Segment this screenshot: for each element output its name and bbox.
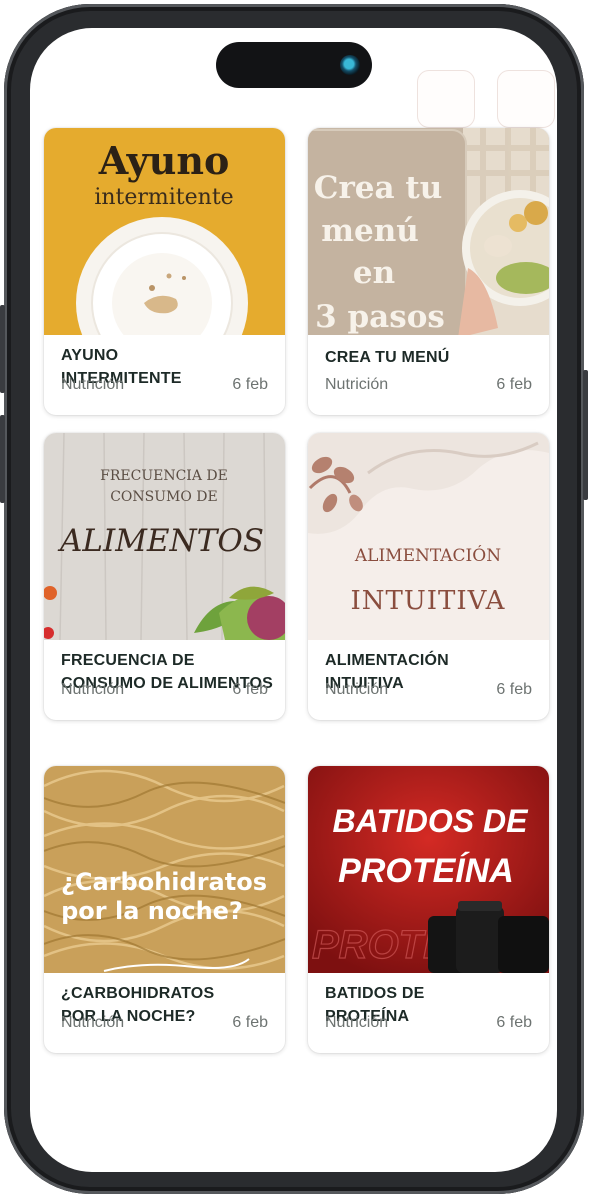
card-category: Nutrición (325, 1014, 389, 1031)
card-date: 6 feb (496, 1014, 532, 1031)
power-button (583, 370, 588, 500)
card-date: 6 feb (232, 681, 268, 698)
status-placeholder (417, 70, 475, 128)
article-thumbnail: Crea tu menú en 3 pasos (308, 128, 549, 335)
thumbnail-text: ALIMENTOS (57, 523, 264, 559)
side-button (0, 415, 5, 503)
dynamic-island (216, 42, 372, 88)
card-category: Nutrición (325, 681, 389, 698)
card-date: 6 feb (496, 681, 532, 698)
camera-icon (340, 55, 360, 75)
card-title: CREA TU MENÚ (325, 349, 450, 366)
article-card[interactable]: Ayuno intermitente AYUNO INTERMITENTE Nu… (44, 128, 285, 415)
article-thumbnail: FRECUENCIA DE CONSUMO DE ALIMENTOS (44, 433, 285, 640)
card-category: Nutrición (61, 681, 125, 698)
card-date: 6 feb (496, 376, 532, 393)
status-placeholder (497, 70, 555, 128)
article-thumbnail: PROTE BATIDOS DE PROTEÍNA (308, 766, 549, 973)
card-date: 6 feb (232, 376, 268, 393)
thumbnail-text: menú (321, 213, 419, 249)
thumbnail-text: Ayuno (98, 138, 230, 183)
article-thumbnail: ¿Carbohidratos por la noche? (44, 766, 285, 973)
thumbnail-text: ¿Carbohidratos (61, 868, 267, 896)
thumbnail-text: BATIDOS DE (333, 803, 530, 839)
thumbnail-text: por la noche? (61, 897, 243, 925)
thumbnail-text: ALIMENTACIÓN (354, 545, 501, 566)
thumbnail-text: PROTEÍNA (338, 852, 514, 890)
screen: Ayuno intermitente AYUNO INTERMITENTE Nu… (30, 28, 557, 1172)
thumbnail-text: en (353, 255, 395, 291)
card-date: 6 feb (232, 1014, 268, 1031)
thumbnail-text: intermitente (94, 185, 233, 210)
article-card[interactable]: ALIMENTACIÓN INTUITIVA ALIMENTACIÓN INTU… (308, 433, 549, 720)
card-category: Nutrición (61, 376, 125, 393)
thumbnail-text: Crea tu (314, 170, 442, 206)
article-thumbnail: Ayuno intermitente (44, 128, 285, 335)
card-category: Nutrición (61, 1014, 125, 1031)
article-card[interactable]: ¿Carbohidratos por la noche? ¿CARBOHIDRA… (44, 766, 285, 1053)
article-thumbnail: ALIMENTACIÓN INTUITIVA (308, 433, 549, 640)
thumbnail-text: CONSUMO DE (110, 489, 218, 505)
thumbnail-text: 3 pasos (315, 299, 445, 335)
card-category: Nutrición (325, 376, 389, 393)
side-button (0, 305, 5, 393)
thumbnail-text: INTUITIVA (351, 586, 506, 616)
article-card[interactable]: FRECUENCIA DE CONSUMO DE ALIMENTOS FRECU… (44, 433, 285, 720)
thumbnail-text: FRECUENCIA DE (100, 468, 228, 484)
article-card[interactable]: PROTE BATIDOS DE PROTEÍNA BATIDOS DE PRO… (308, 766, 549, 1053)
article-card[interactable]: Crea tu menú en 3 pasos CREA TU MENÚ Nut… (308, 128, 549, 415)
